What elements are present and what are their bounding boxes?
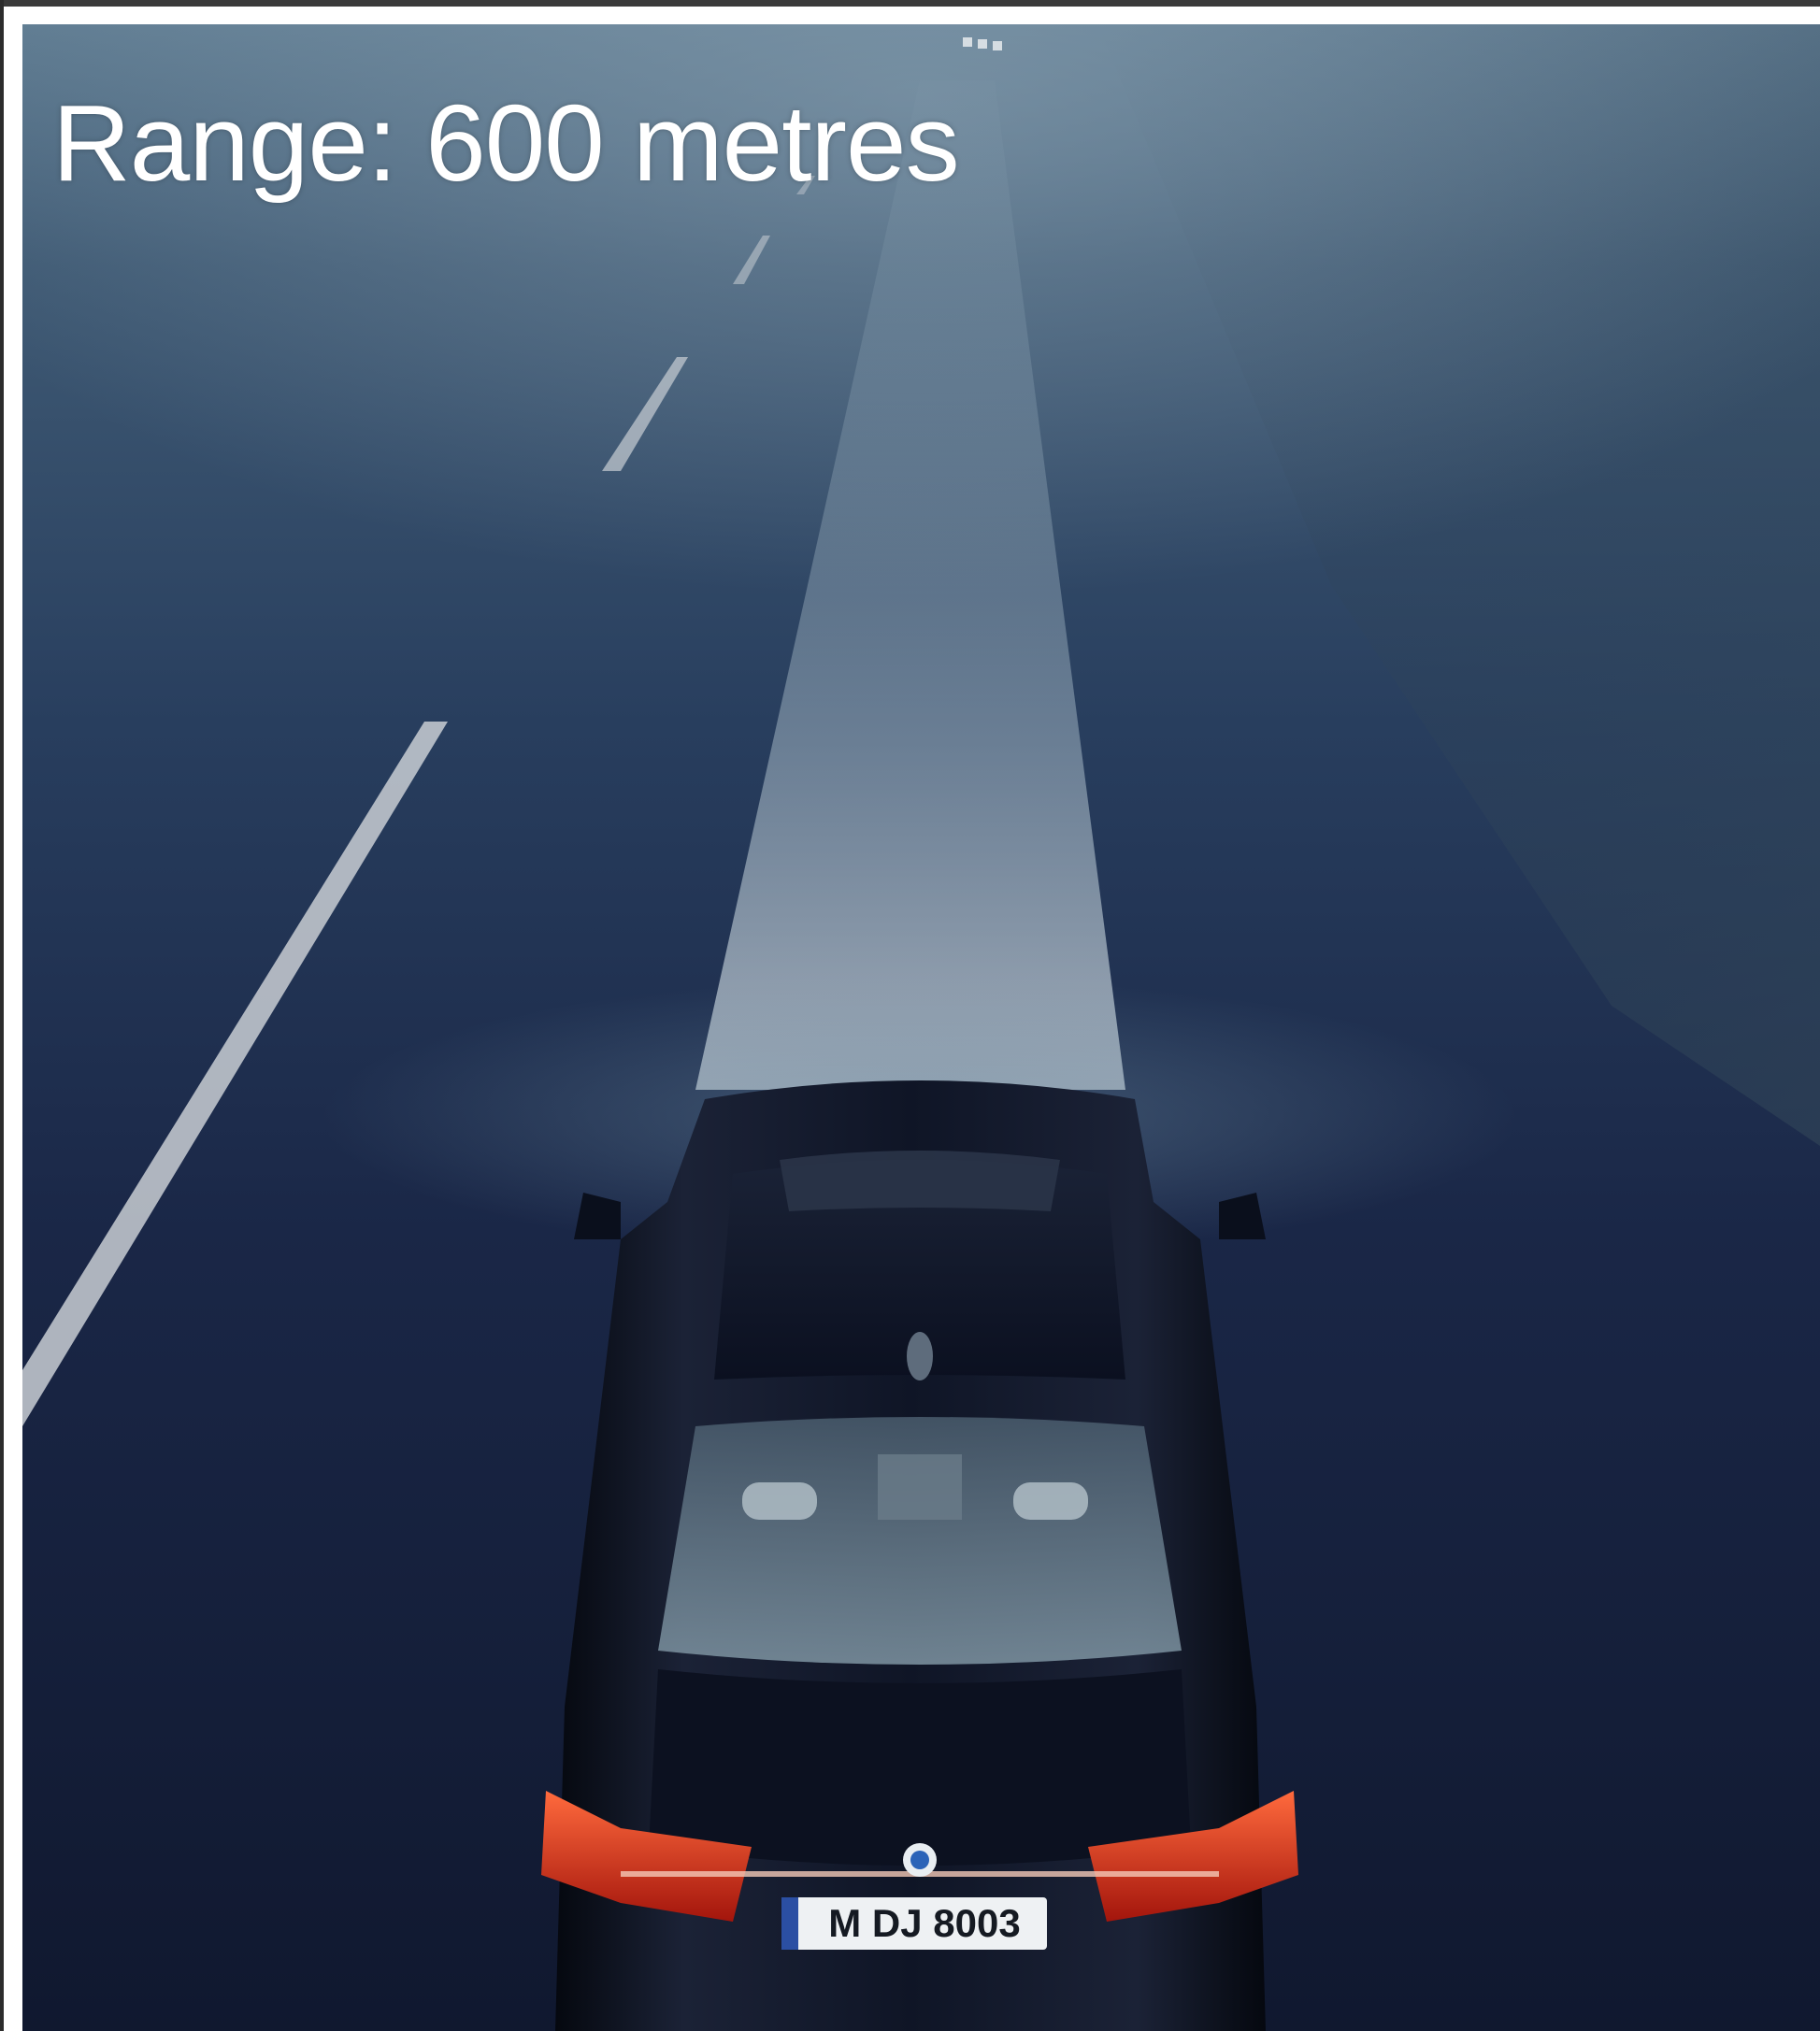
road-photo: M DJ 8003 bbox=[22, 24, 1820, 2031]
fin-antenna bbox=[907, 1332, 933, 1380]
license-plate-icon: M DJ 8003 bbox=[781, 1897, 1047, 1950]
page: M DJ 8003 Range: 600 metres bbox=[0, 0, 1820, 2031]
road-photo-illustration: M DJ 8003 bbox=[22, 24, 1820, 2031]
left-border bbox=[0, 0, 4, 2031]
license-plate-text: M DJ 8003 bbox=[828, 1901, 1020, 1945]
top-border bbox=[0, 0, 1820, 7]
range-caption: Range: 600 metres bbox=[52, 82, 960, 204]
